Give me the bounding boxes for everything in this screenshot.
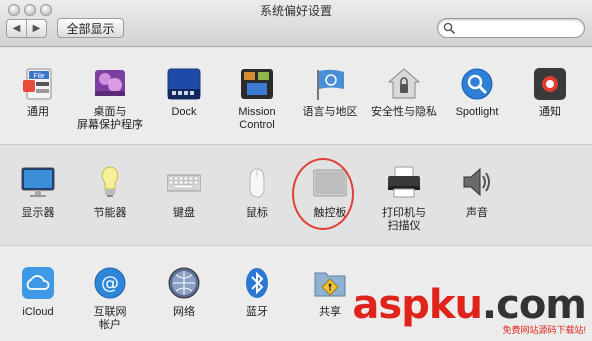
printers-scanners-icon (388, 166, 420, 198)
window-title: 系统偏好设置 (259, 4, 332, 18)
pane-label: 安全性与隐私 (371, 106, 437, 118)
mission-control-icon (241, 69, 273, 99)
pane-label: 互联网 帐户 (93, 306, 127, 331)
sharing-icon (314, 272, 346, 297)
keyboard-icon (167, 174, 201, 192)
dock-icon (167, 68, 201, 100)
pane-label: 鼠标 (246, 207, 268, 219)
watermark: aspku.com 免费网站源码下载站! (352, 282, 587, 336)
pane-label: 通知 (539, 106, 561, 118)
pane-label: 键盘 (173, 207, 195, 219)
security-privacy-icon (387, 68, 421, 99)
svg-text:File: File (33, 73, 44, 80)
pane-label: 打印机与 扫描仪 (382, 207, 426, 232)
general-icon: File (23, 68, 52, 100)
pane-label: Dock (171, 106, 197, 118)
search-field[interactable] (437, 18, 585, 38)
pane-label: 通用 (27, 106, 49, 118)
pane-label: 桌面与 屏幕保护程序 (77, 106, 143, 131)
pane-label: 声音 (466, 207, 488, 219)
pane-label: Spotlight (455, 106, 499, 118)
pane-label: 节能器 (93, 207, 127, 219)
internet-accounts-icon: @ (94, 267, 126, 299)
bluetooth-icon (246, 268, 268, 298)
nav-buttons: ◀ ▶ (6, 19, 47, 38)
forward-button[interactable]: ▶ (26, 20, 46, 37)
pane-label: iCloud (22, 306, 54, 318)
mouse-icon (249, 168, 265, 198)
window-toolbar: 系统偏好设置 ◀ ▶ 全部显示 (0, 0, 592, 47)
show-all-button[interactable]: 全部显示 (57, 18, 124, 38)
pane-label: Mission Control (238, 106, 276, 131)
energy-saver-icon (101, 166, 119, 197)
spotlight-icon (461, 68, 493, 100)
svg-text:@: @ (101, 273, 119, 294)
trackpad-highlight-circle (292, 158, 354, 230)
notifications-icon (534, 68, 566, 100)
search-icon (443, 22, 455, 34)
icloud-icon (22, 267, 54, 299)
desktop-screensaver-icon (95, 70, 125, 96)
pane-label: 蓝牙 (246, 306, 268, 318)
watermark-logo: aspku.com (352, 282, 587, 328)
network-icon (168, 267, 200, 299)
pane-label: 语言与地区 (302, 106, 358, 118)
personal-section: File 通用 桌面与 屏幕保护程序 Dock Mission Control … (0, 48, 592, 144)
displays-icon (21, 167, 55, 197)
language-region-icon (317, 69, 344, 100)
search-input[interactable] (458, 21, 578, 35)
pane-label: 显示器 (21, 207, 55, 219)
pane-label: 网络 (173, 306, 195, 318)
sound-icon (463, 167, 490, 197)
back-button[interactable]: ◀ (7, 20, 26, 37)
